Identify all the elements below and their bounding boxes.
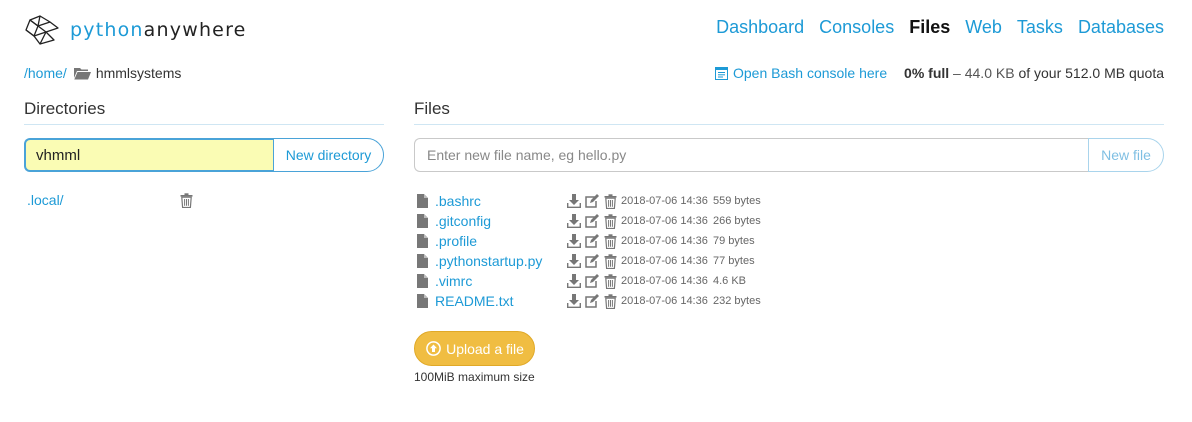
new-directory-input[interactable] bbox=[24, 138, 273, 172]
directory-link[interactable]: .local/ bbox=[27, 192, 64, 208]
file-row: .profile 2018-07-06 14:36 79 bytes bbox=[414, 231, 761, 251]
file-icon bbox=[414, 233, 430, 249]
file-size: 232 bytes bbox=[713, 295, 761, 307]
directories-heading: Directories bbox=[24, 99, 384, 125]
nav-files[interactable]: Files bbox=[909, 17, 950, 38]
file-size: 79 bytes bbox=[713, 235, 755, 247]
file-link[interactable]: .vimrc bbox=[435, 273, 472, 289]
logo[interactable]: pythonanywhere bbox=[24, 14, 247, 46]
quota-rest: of your 512.0 MB quota bbox=[1014, 65, 1164, 81]
nav-consoles[interactable]: Consoles bbox=[819, 17, 894, 38]
breadcrumb-current: hmmlsystems bbox=[95, 65, 182, 81]
trash-icon[interactable] bbox=[602, 233, 618, 249]
download-icon[interactable] bbox=[566, 253, 582, 269]
brand-name-part2: anywhere bbox=[143, 19, 247, 41]
file-date: 2018-07-06 14:36 bbox=[621, 295, 708, 307]
nav-tasks[interactable]: Tasks bbox=[1017, 17, 1063, 38]
file-link[interactable]: .profile bbox=[435, 233, 477, 249]
brand-name-part1: python bbox=[70, 19, 144, 41]
trash-icon[interactable] bbox=[178, 192, 194, 208]
edit-icon[interactable] bbox=[584, 193, 600, 209]
download-icon[interactable] bbox=[566, 273, 582, 289]
quota-percent: 0% full bbox=[904, 65, 950, 81]
nav-dashboard[interactable]: Dashboard bbox=[716, 17, 804, 38]
file-size: 77 bytes bbox=[713, 255, 755, 267]
file-row: .pythonstartup.py 2018-07-06 14:36 77 by… bbox=[414, 251, 761, 271]
edit-icon[interactable] bbox=[584, 233, 600, 249]
new-file-input[interactable] bbox=[414, 138, 1088, 172]
new-file-button[interactable]: New file bbox=[1088, 138, 1164, 172]
file-icon bbox=[414, 273, 430, 289]
breadcrumb: /home/ hmmlsystems bbox=[24, 65, 181, 81]
edit-icon[interactable] bbox=[584, 213, 600, 229]
nav-databases[interactable]: Databases bbox=[1078, 17, 1164, 38]
trash-icon[interactable] bbox=[602, 193, 618, 209]
file-list: .bashrc 2018-07-06 14:36 559 bytes .gitc… bbox=[414, 191, 761, 311]
file-row: .gitconfig 2018-07-06 14:36 266 bytes bbox=[414, 211, 761, 231]
upload-file-label: Upload a file bbox=[446, 340, 524, 357]
file-link[interactable]: .pythonstartup.py bbox=[435, 253, 542, 269]
files-heading: Files bbox=[414, 99, 1164, 125]
trash-icon[interactable] bbox=[602, 213, 618, 229]
directory-item: .local/ bbox=[24, 190, 194, 210]
open-bash-console-label: Open Bash console here bbox=[733, 65, 888, 81]
trash-icon[interactable] bbox=[602, 273, 618, 289]
quota-status: 0% full – 44.0 KB of your 512.0 MB quota bbox=[904, 65, 1164, 81]
download-icon[interactable] bbox=[566, 293, 582, 309]
file-date: 2018-07-06 14:36 bbox=[621, 275, 708, 287]
trash-icon[interactable] bbox=[602, 253, 618, 269]
file-icon bbox=[414, 213, 430, 229]
file-size: 4.6 KB bbox=[713, 275, 747, 287]
console-icon bbox=[713, 65, 729, 81]
file-link[interactable]: .gitconfig bbox=[435, 213, 491, 229]
main-nav: Dashboard Consoles Files Web Tasks Datab… bbox=[716, 17, 1164, 38]
file-date: 2018-07-06 14:36 bbox=[621, 215, 708, 227]
file-size: 266 bytes bbox=[713, 215, 761, 227]
breadcrumb-home-link[interactable]: /home/ bbox=[24, 65, 67, 81]
file-row: .vimrc 2018-07-06 14:36 4.6 KB bbox=[414, 271, 761, 291]
file-icon bbox=[414, 293, 430, 309]
folder-open-icon bbox=[73, 67, 91, 80]
file-link[interactable]: README.txt bbox=[435, 293, 514, 309]
file-icon bbox=[414, 253, 430, 269]
file-row: .bashrc 2018-07-06 14:36 559 bytes bbox=[414, 191, 761, 211]
file-date: 2018-07-06 14:36 bbox=[621, 255, 708, 267]
file-size: 559 bytes bbox=[713, 195, 761, 207]
pythonanywhere-logo-icon bbox=[25, 15, 59, 45]
edit-icon[interactable] bbox=[584, 273, 600, 289]
edit-icon[interactable] bbox=[584, 293, 600, 309]
nav-web[interactable]: Web bbox=[965, 17, 1002, 38]
brand-name: pythonanywhere bbox=[70, 19, 247, 41]
file-date: 2018-07-06 14:36 bbox=[621, 235, 708, 247]
download-icon[interactable] bbox=[566, 213, 582, 229]
upload-size-note: 100MiB maximum size bbox=[414, 370, 535, 384]
file-date: 2018-07-06 14:36 bbox=[621, 195, 708, 207]
file-icon bbox=[414, 193, 430, 209]
new-directory-form: New directory bbox=[24, 138, 384, 172]
quota-used: 44.0 KB bbox=[964, 65, 1015, 81]
new-directory-button[interactable]: New directory bbox=[273, 138, 384, 172]
download-icon[interactable] bbox=[566, 233, 582, 249]
edit-icon[interactable] bbox=[584, 253, 600, 269]
quota-separator: – bbox=[949, 65, 965, 81]
file-row: README.txt 2018-07-06 14:36 232 bytes bbox=[414, 291, 761, 311]
directory-list: .local/ bbox=[24, 190, 194, 210]
upload-circle-icon bbox=[425, 341, 441, 357]
file-link[interactable]: .bashrc bbox=[435, 193, 481, 209]
new-file-form: New file bbox=[414, 138, 1164, 172]
open-bash-console-link[interactable]: Open Bash console here bbox=[713, 65, 887, 81]
upload-file-button[interactable]: Upload a file bbox=[414, 331, 535, 366]
download-icon[interactable] bbox=[566, 193, 582, 209]
trash-icon[interactable] bbox=[602, 293, 618, 309]
